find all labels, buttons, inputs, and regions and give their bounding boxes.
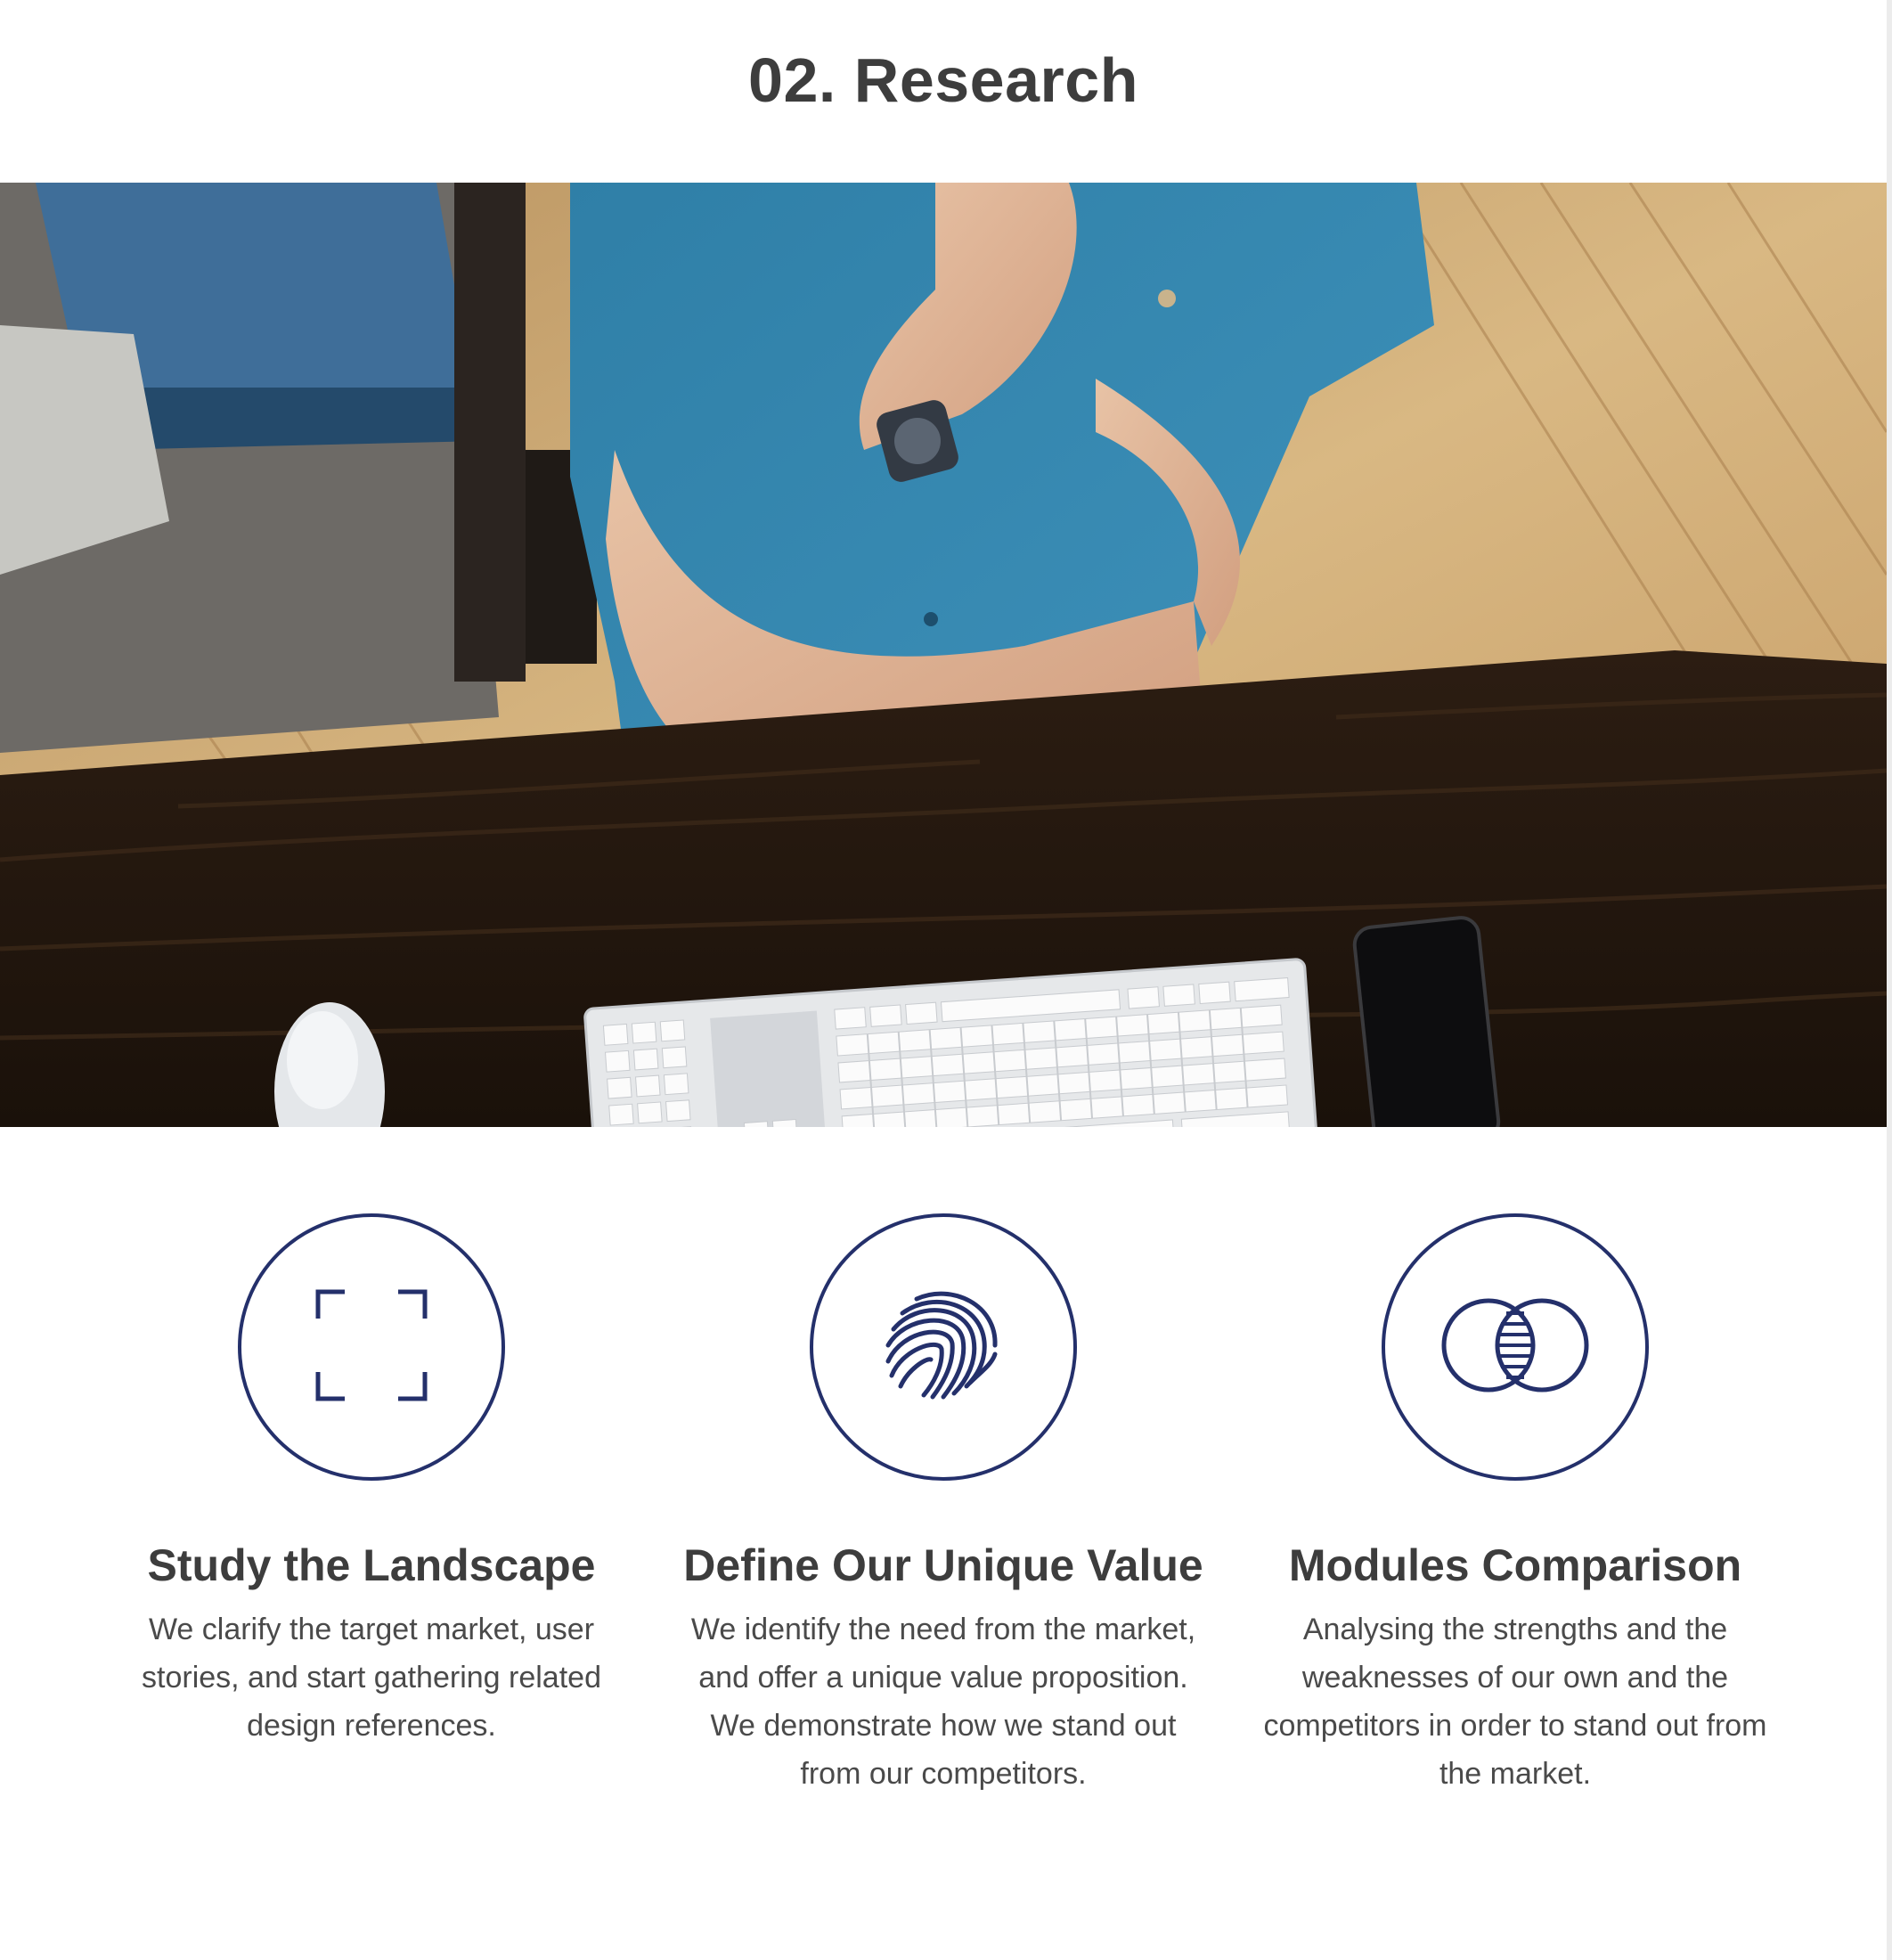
feature-description: We clarify the target market, user stori…: [142, 1613, 601, 1743]
hero-image: [0, 183, 1887, 1127]
feature-define-value: Define Our Unique Value We identify the …: [676, 1213, 1211, 1798]
page-title: 02. Research: [748, 45, 1138, 115]
feature-title: Study the Landscape: [147, 1540, 596, 1590]
feature-icon-circle: [238, 1213, 505, 1481]
feature-title: Define Our Unique Value: [683, 1540, 1203, 1590]
feature-description: Analysing the strengths and the weakness…: [1263, 1613, 1767, 1791]
feature-icon-circle: [810, 1213, 1077, 1481]
focus-frame-icon: [314, 1287, 429, 1408]
page-edge: [1887, 0, 1892, 1960]
features-section: Study the Landscape We clarify the targe…: [0, 1213, 1887, 1926]
feature-title: Modules Comparison: [1288, 1540, 1742, 1590]
feature-icon-circle: [1382, 1213, 1649, 1481]
feature-study-landscape: Study the Landscape We clarify the targe…: [104, 1213, 639, 1750]
fingerprint-icon: [881, 1283, 1006, 1412]
feature-modules-comparison: Modules Comparison Analysing the strengt…: [1248, 1213, 1782, 1798]
venn-diagram-icon: [1435, 1292, 1595, 1403]
feature-description: We identify the need from the market, an…: [690, 1613, 1196, 1791]
